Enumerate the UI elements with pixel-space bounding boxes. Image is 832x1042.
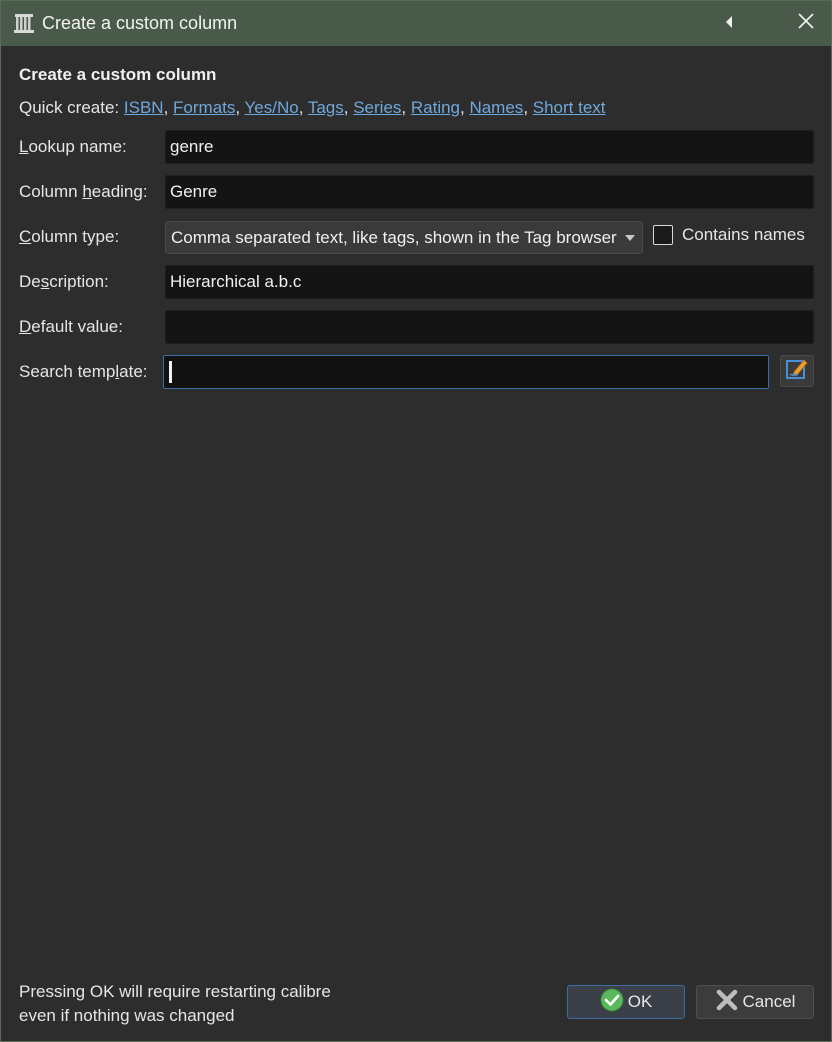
check-circle-icon bbox=[600, 988, 628, 1017]
restart-notice-line2: even if nothing was changed bbox=[19, 1006, 235, 1025]
search-template-label-post: ate: bbox=[119, 362, 148, 381]
title-bar: Create a custom column bbox=[1, 1, 831, 46]
description-label-mnemonic: s bbox=[40, 272, 50, 291]
description-label-post: cription: bbox=[49, 272, 109, 291]
checkbox-box[interactable] bbox=[653, 225, 673, 245]
restart-notice: Pressing OK will require restarting cali… bbox=[19, 980, 331, 1028]
default-value-label-post: efault value: bbox=[31, 317, 123, 336]
quick-create-yes-no-link[interactable]: Yes/No bbox=[245, 98, 299, 117]
cancel-button[interactable]: Cancel bbox=[696, 985, 814, 1019]
column-heading-label-post: eading: bbox=[91, 182, 148, 201]
edit-template-icon bbox=[785, 357, 809, 386]
column-heading-input[interactable]: Genre bbox=[165, 175, 814, 209]
column-heading-label-pre: Column bbox=[19, 182, 83, 201]
column-heading-value: Genre bbox=[170, 182, 218, 201]
restart-notice-line1: Pressing OK will require restarting cali… bbox=[19, 982, 331, 1001]
lookup-name-label-post: ookup name: bbox=[28, 137, 127, 156]
ok-button-label: OK bbox=[627, 992, 653, 1011]
column-type-value: Comma separated text, like tags, shown i… bbox=[171, 227, 617, 247]
description-input[interactable]: Hierarchical a.b.c bbox=[165, 265, 814, 299]
edit-template-button[interactable] bbox=[780, 355, 814, 387]
collapse-button[interactable] bbox=[706, 1, 752, 46]
calibre-library-icon bbox=[13, 12, 35, 34]
default-value-input[interactable] bbox=[165, 310, 814, 344]
default-value-label: Default value: bbox=[19, 317, 123, 337]
column-type-label-mnemonic: C bbox=[19, 227, 32, 246]
search-template-label: Search template: bbox=[19, 362, 148, 382]
dialog-heading: Create a custom column bbox=[19, 65, 217, 84]
quick-create-row: Quick create: ISBN, Formats, Yes/No, Tag… bbox=[19, 98, 606, 117]
lookup-name-value: genre bbox=[170, 137, 214, 156]
quick-create-isbn-link[interactable]: ISBN bbox=[124, 98, 164, 117]
description-label: Description: bbox=[19, 272, 109, 292]
quick-create-tags-link[interactable]: Tags bbox=[308, 98, 344, 117]
dialog-window: Create a custom column Create a custom c… bbox=[0, 0, 832, 1042]
search-template-label-pre: Search temp bbox=[19, 362, 116, 381]
x-icon bbox=[715, 988, 743, 1017]
description-label-pre: De bbox=[19, 272, 41, 291]
default-value-label-mnemonic: D bbox=[19, 317, 32, 336]
column-type-select[interactable]: Comma separated text, like tags, shown i… bbox=[165, 221, 643, 254]
contains-names-label: Contains names bbox=[682, 225, 805, 244]
text-caret bbox=[169, 361, 172, 383]
lookup-name-input[interactable]: genre bbox=[165, 130, 814, 164]
quick-create-names-link[interactable]: Names bbox=[469, 98, 523, 117]
description-value: Hierarchical a.b.c bbox=[170, 272, 302, 291]
lookup-name-label: Lookup name: bbox=[19, 137, 127, 157]
close-button[interactable] bbox=[783, 1, 829, 46]
column-heading-label: Column heading: bbox=[19, 182, 148, 202]
chevron-down-icon bbox=[618, 234, 642, 242]
cancel-button-label: Cancel bbox=[742, 992, 796, 1011]
contains-names-checkbox[interactable]: Contains names bbox=[653, 225, 805, 245]
quick-create-short-text-link[interactable]: Short text bbox=[533, 98, 606, 117]
close-icon bbox=[797, 12, 815, 35]
column-type-label: Column type: bbox=[19, 227, 119, 247]
ok-button[interactable]: OK bbox=[567, 985, 685, 1019]
quick-create-label: Quick create: bbox=[19, 98, 120, 117]
window-title: Create a custom column bbox=[42, 13, 238, 33]
quick-create-series-link[interactable]: Series bbox=[353, 98, 401, 117]
triangle-left-icon bbox=[724, 14, 734, 34]
quick-create-formats-link[interactable]: Formats bbox=[173, 98, 235, 117]
column-heading-label-mnemonic: h bbox=[82, 182, 92, 201]
search-template-input[interactable] bbox=[163, 355, 769, 389]
quick-create-rating-link[interactable]: Rating bbox=[411, 98, 460, 117]
column-type-label-post: olumn type: bbox=[31, 227, 120, 246]
